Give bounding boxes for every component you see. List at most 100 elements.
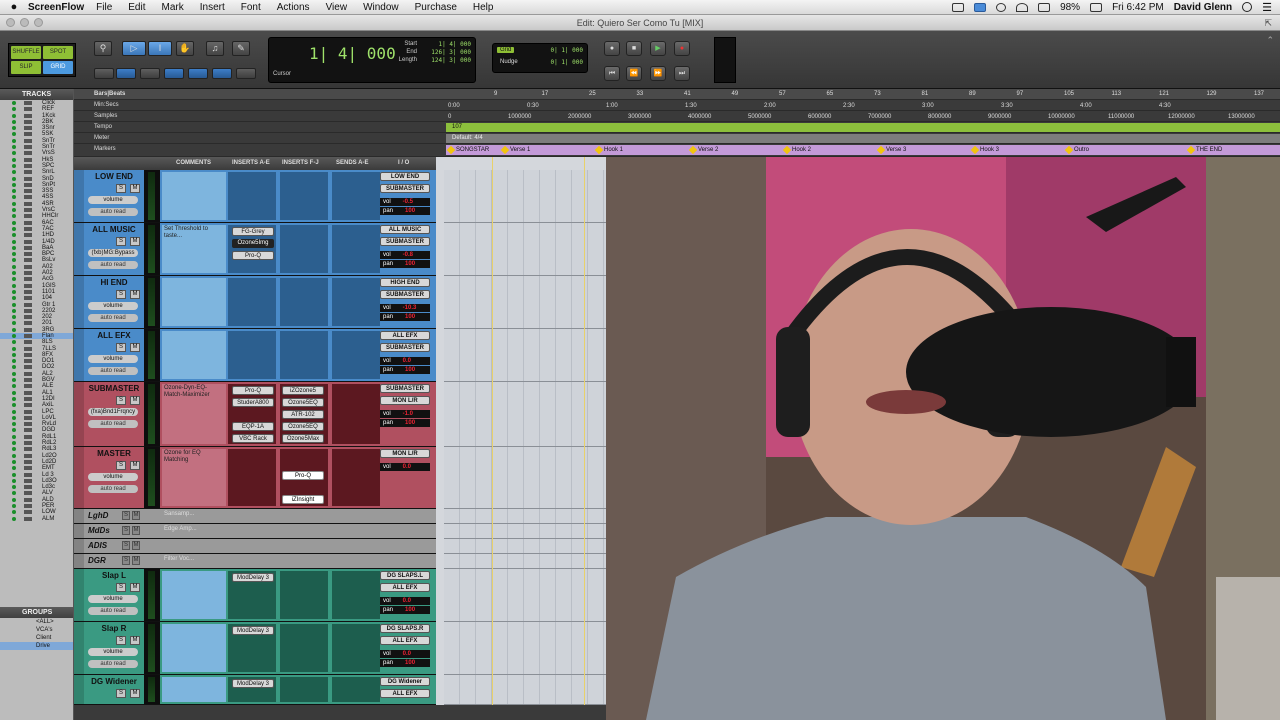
automation-mode-dropdown[interactable]: auto read <box>88 314 138 322</box>
io-selector[interactable]: ALL EFX <box>380 636 430 645</box>
mute-button[interactable]: M <box>130 396 140 405</box>
track-select-bar[interactable] <box>74 329 84 381</box>
menu-font[interactable]: Font <box>241 2 261 13</box>
menu-purchase[interactable]: Purchase <box>415 2 457 13</box>
play-icon[interactable]: ▶ <box>650 41 666 56</box>
track-select-bar[interactable] <box>74 447 84 508</box>
slip-mode-button[interactable]: SLIP <box>11 61 41 74</box>
marker[interactable]: Verse 1 <box>502 145 530 155</box>
tab-to-transient-icon[interactable] <box>212 68 232 79</box>
tempo-value[interactable]: 107 <box>446 123 1280 132</box>
time-machine-icon[interactable] <box>996 2 1007 12</box>
marker[interactable]: Hook 2 <box>784 145 811 155</box>
automation-view-dropdown[interactable]: volume <box>88 302 138 310</box>
zoom-preset-5-icon[interactable] <box>188 68 208 79</box>
track-name[interactable]: SUBMASTER <box>86 383 142 394</box>
mute-button[interactable]: M <box>132 526 140 535</box>
io-selector[interactable]: SUBMASTER <box>380 343 430 352</box>
track-comment[interactable]: Filter Voc... <box>162 555 226 566</box>
group-item[interactable]: Drive <box>0 642 73 650</box>
track-select-bar[interactable] <box>74 382 84 446</box>
nudge-label[interactable]: Nudge <box>497 59 521 65</box>
solo-button[interactable]: S <box>116 290 126 299</box>
automation-view-dropdown[interactable]: volume <box>88 473 138 481</box>
automation-view-dropdown[interactable]: volume <box>88 355 138 363</box>
track-name[interactable]: Slap L <box>86 570 142 581</box>
meter-ruler[interactable]: Meter Default: 4/4 <box>74 133 1280 144</box>
io-selector[interactable]: ALL MUSIC <box>380 225 430 234</box>
pan-readout[interactable]: pan 100 <box>380 366 430 374</box>
io-selector[interactable]: SUBMASTER <box>380 184 430 193</box>
marker[interactable]: Hook 3 <box>972 145 999 155</box>
menu-help[interactable]: Help <box>473 2 494 13</box>
solo-button[interactable]: S <box>122 526 130 535</box>
menu-file[interactable]: File <box>96 2 112 13</box>
track-lane[interactable] <box>444 223 606 276</box>
selector-tool-icon[interactable]: I <box>148 41 172 56</box>
fast-forward-icon[interactable]: ⏩ <box>650 66 666 81</box>
groups-header[interactable]: GROUPS <box>0 607 73 618</box>
mute-button[interactable]: M <box>130 689 140 698</box>
io-selector[interactable]: ALL EFX <box>380 583 430 592</box>
tracks-header[interactable]: TRACKS <box>0 89 73 100</box>
apple-menu-icon[interactable]: ● <box>0 1 28 13</box>
insert-slot-f-j[interactable]: Ozone5Max <box>282 434 324 443</box>
spotlight-search-icon[interactable] <box>1242 2 1253 12</box>
insert-slot-a-e[interactable]: Pro-Q <box>232 386 274 395</box>
bars-beats-ruler[interactable]: Bars|Beats 9 17 25 33 41 49 57 65 73 81 89 97 105 113… <box>74 89 1280 100</box>
automation-mode-dropdown[interactable]: auto read <box>88 261 138 269</box>
track-lane[interactable] <box>444 524 606 539</box>
track-name[interactable]: HI END <box>86 277 142 288</box>
grid-value[interactable]: 0| 1| 000 <box>550 47 583 54</box>
io-selector[interactable]: SUBMASTER <box>380 384 430 393</box>
io-selector[interactable]: SUBMASTER <box>380 237 430 246</box>
solo-button[interactable]: S <box>116 343 126 352</box>
insert-slot-f-j[interactable]: iZOzone5 <box>282 386 324 395</box>
minimize-window-button[interactable] <box>20 18 29 27</box>
insert-slot-a-e[interactable]: StuderA800 <box>232 398 274 407</box>
scrubber-tool-icon[interactable]: ♫ <box>206 41 224 56</box>
track-comment[interactable] <box>162 677 226 702</box>
mute-button[interactable]: M <box>130 583 140 592</box>
track-name[interactable]: ALL MUSIC <box>86 224 142 235</box>
mute-button[interactable]: M <box>130 461 140 470</box>
inserts-ae-column-header[interactable]: INSERTS A-E <box>232 160 270 166</box>
menu-edit[interactable]: Edit <box>128 2 145 13</box>
track-select-bar[interactable] <box>74 276 84 328</box>
start-value[interactable]: 1| 4| 000 <box>438 41 471 48</box>
marker[interactable]: Hook 1 <box>596 145 623 155</box>
solo-button[interactable]: S <box>122 541 130 550</box>
automation-view-dropdown[interactable]: volume <box>88 595 138 603</box>
automation-mode-dropdown[interactable]: auto read <box>88 420 138 428</box>
zoom-tool-icon[interactable]: ⚲ <box>94 41 112 56</box>
pencil-tool-icon[interactable]: ✎ <box>232 41 250 56</box>
solo-button[interactable]: S <box>116 583 126 592</box>
nudge-value[interactable]: 0| 1| 000 <box>550 59 583 66</box>
grabber-tool-icon[interactable]: ✋ <box>176 41 194 56</box>
track-comment[interactable]: Sansamp... <box>162 510 226 521</box>
solo-button[interactable]: S <box>122 556 130 565</box>
automation-mode-dropdown[interactable]: auto read <box>88 367 138 375</box>
zoom-preset-4-icon[interactable] <box>164 68 184 79</box>
app-menu[interactable]: ScreenFlow <box>28 2 84 13</box>
markers-ruler[interactable]: Markers SONGSTAR Verse 1 Hook 1 Verse 2 Hook… <box>74 144 1280 157</box>
menu-mark[interactable]: Mark <box>162 2 184 13</box>
close-window-button[interactable] <box>6 18 15 27</box>
grid-mode-button[interactable]: GRID <box>43 61 73 74</box>
inserts-fj-column-header[interactable]: INSERTS F-J <box>282 160 319 166</box>
mute-button[interactable]: M <box>132 541 140 550</box>
menu-view[interactable]: View <box>326 2 348 13</box>
mute-button[interactable]: M <box>130 636 140 645</box>
volume-readout[interactable]: vol -0.5 <box>380 198 430 206</box>
edit-timeline[interactable] <box>436 157 606 710</box>
track-name[interactable]: LOW END <box>86 171 142 182</box>
solo-button[interactable]: S <box>116 689 126 698</box>
sends-ae-column-header[interactable]: SENDS A-E <box>336 160 368 166</box>
solo-button[interactable]: S <box>122 511 130 520</box>
record-icon[interactable]: ● <box>674 41 690 56</box>
volume-readout[interactable]: vol 0.0 <box>380 463 430 471</box>
mute-button[interactable]: M <box>132 511 140 520</box>
notification-list-icon[interactable]: ☰ <box>1262 1 1272 14</box>
insert-slot-f-j[interactable]: Ozone5EQ <box>282 422 324 431</box>
io-selector[interactable]: HIGH END <box>380 278 430 287</box>
